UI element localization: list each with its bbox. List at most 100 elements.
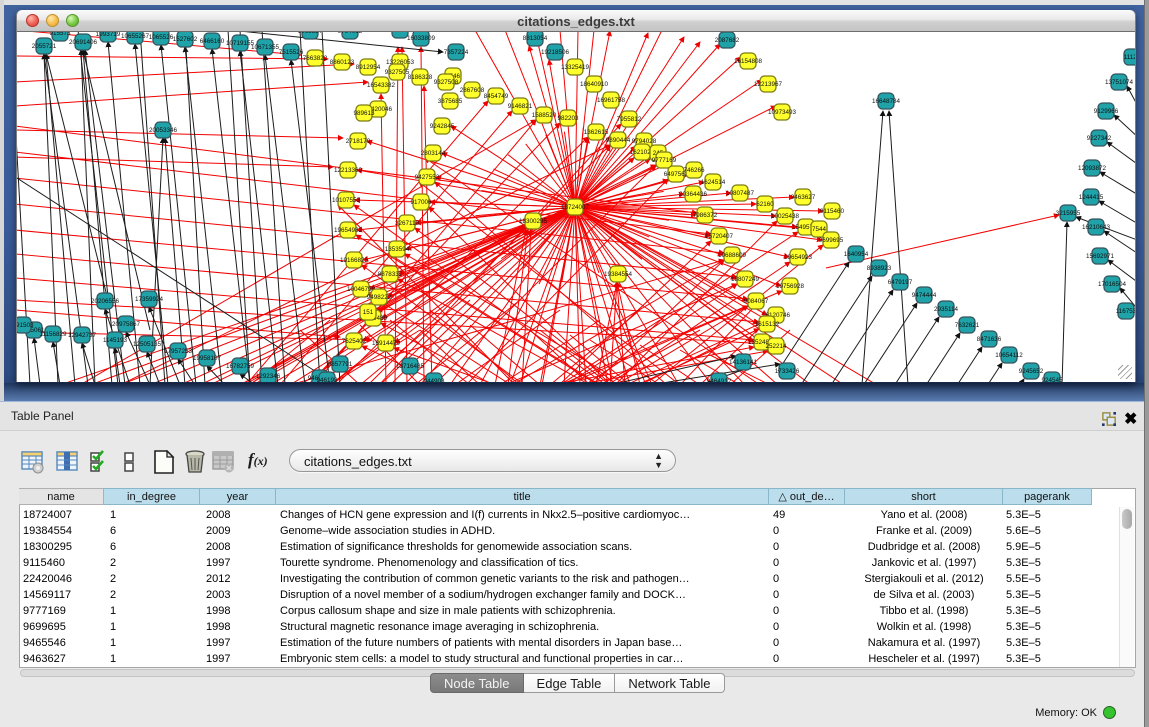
svg-text:116753: 116753 (1116, 308, 1135, 315)
svg-text:16961758: 16961758 (597, 97, 626, 104)
svg-text:12505135: 12505135 (133, 341, 162, 348)
svg-text:16543382: 16543382 (367, 82, 396, 89)
svg-text:9427552: 9427552 (415, 174, 440, 181)
svg-text:7544: 7544 (812, 226, 827, 233)
svg-text:9474444: 9474444 (912, 292, 937, 299)
svg-text:19654923: 19654923 (784, 254, 813, 261)
svg-text:16648784: 16648784 (872, 98, 901, 105)
svg-text:19958107: 19958107 (193, 355, 222, 362)
svg-text:917006: 917006 (410, 199, 432, 206)
svg-text:1362615: 1362615 (584, 129, 609, 136)
svg-text:9794012: 9794012 (338, 32, 363, 35)
svg-text:20206556: 20206556 (91, 298, 120, 305)
svg-text:7625402: 7625402 (342, 338, 367, 345)
svg-text:9115460: 9115460 (820, 208, 845, 215)
svg-text:14136141: 14136141 (729, 359, 758, 366)
svg-text:17359924: 17359924 (135, 296, 164, 303)
svg-text:8454749: 8454749 (484, 93, 509, 100)
svg-text:11123: 11123 (1124, 54, 1135, 61)
svg-text:8878332: 8878332 (378, 271, 403, 278)
svg-text:1065327: 1065327 (298, 32, 323, 35)
svg-text:2718179: 2718179 (346, 138, 371, 145)
svg-text:9227342: 9227342 (1087, 135, 1112, 142)
svg-text:12093872: 12093872 (1078, 165, 1107, 172)
svg-text:8813054: 8813054 (523, 35, 548, 42)
svg-text:10654112: 10654112 (995, 352, 1023, 359)
svg-text:9464912: 9464912 (707, 378, 732, 382)
svg-text:8912954: 8912954 (356, 64, 381, 71)
svg-text:20364436: 20364436 (679, 191, 708, 198)
svg-text:13751074: 13751074 (1105, 79, 1134, 86)
svg-text:19218506: 19218506 (541, 49, 570, 56)
svg-text:9242845: 9242845 (430, 123, 455, 130)
svg-text:8601519: 8601519 (388, 32, 413, 34)
svg-text:7663822: 7663822 (303, 55, 328, 62)
svg-text:9146821: 9146821 (508, 103, 533, 110)
svg-text:9463627: 9463627 (791, 194, 816, 201)
svg-text:15720407: 15720407 (705, 233, 734, 240)
svg-text:16210643: 16210643 (1082, 224, 1111, 231)
svg-text:19166825: 19166825 (340, 257, 369, 264)
svg-text:7357224: 7357224 (444, 49, 469, 56)
svg-text:252214: 252214 (765, 343, 787, 350)
svg-text:10655267: 10655267 (121, 33, 150, 40)
svg-text:8938923: 8938923 (867, 265, 892, 272)
svg-text:10671355: 10671355 (251, 44, 280, 51)
svg-text:16782759: 16782759 (226, 363, 255, 370)
svg-text:1640954: 1640954 (844, 251, 869, 258)
svg-text:7632621: 7632621 (955, 322, 980, 329)
svg-text:944903: 944903 (423, 378, 445, 382)
svg-text:7955812: 7955812 (617, 116, 642, 123)
svg-text:924545: 924545 (1041, 377, 1063, 382)
svg-text:13325419: 13325419 (561, 64, 590, 71)
svg-text:18300295: 18300295 (519, 218, 548, 225)
svg-text:1588520: 1588520 (532, 112, 557, 119)
svg-text:19654982: 19654982 (334, 227, 363, 234)
svg-text:1353594: 1353594 (385, 246, 410, 253)
svg-text:989613: 989613 (353, 110, 375, 117)
svg-text:10688609: 10688609 (718, 252, 747, 259)
svg-text:9327508: 9327508 (434, 79, 459, 86)
svg-text:1065526: 1065526 (149, 34, 174, 41)
svg-text:3267110: 3267110 (395, 220, 420, 227)
svg-text:20975867: 20975867 (112, 321, 141, 328)
svg-text:10807487: 10807487 (726, 190, 755, 197)
svg-text:10973493: 10973493 (768, 109, 797, 116)
svg-text:18724007: 18724007 (561, 204, 590, 211)
svg-text:9890444: 9890444 (606, 137, 631, 144)
svg-text:2935114: 2935114 (934, 306, 959, 313)
svg-text:1615132: 1615132 (755, 321, 780, 328)
svg-text:9498222: 9498222 (367, 294, 392, 301)
svg-text:17016504: 17016504 (1098, 281, 1127, 288)
svg-text:12213967: 12213967 (754, 81, 783, 88)
svg-text:11156829: 11156829 (39, 331, 67, 338)
svg-text:9245652: 9245652 (1019, 368, 1044, 375)
svg-text:3875685: 3875685 (438, 98, 463, 105)
svg-text:9699695: 9699695 (819, 237, 844, 244)
svg-text:1993719: 1993719 (96, 32, 121, 38)
svg-text:1733426: 1733426 (775, 368, 800, 375)
svg-text:2087682: 2087682 (715, 37, 740, 44)
svg-text:7986372: 7986372 (693, 212, 718, 219)
svg-text:9129966: 9129966 (1094, 108, 1119, 115)
svg-text:7515526: 7515526 (279, 49, 304, 56)
svg-text:16033809: 16033809 (407, 35, 436, 42)
svg-text:19384554: 19384554 (604, 271, 633, 278)
svg-text:2867608: 2867608 (460, 87, 485, 94)
svg-text:19756928: 19756928 (776, 283, 805, 290)
svg-text:2055721: 2055721 (32, 43, 57, 50)
svg-text:746266: 746266 (683, 167, 705, 174)
svg-text:6479197: 6479197 (888, 279, 913, 286)
svg-text:2803144: 2803144 (421, 150, 446, 157)
svg-text:12213369: 12213369 (334, 167, 363, 174)
svg-text:6466160: 6466160 (200, 38, 225, 45)
svg-text:20053346: 20053346 (149, 127, 178, 134)
svg-text:12942737: 12942737 (68, 332, 97, 339)
svg-text:1624514: 1624514 (701, 179, 726, 186)
svg-text:1145193: 1145193 (103, 337, 128, 344)
svg-text:16154808: 16154808 (734, 58, 763, 65)
svg-text:1244415: 1244415 (1079, 194, 1104, 201)
svg-text:17957253: 17957253 (164, 348, 193, 355)
svg-text:9857791: 9857791 (328, 361, 353, 368)
svg-text:16914479: 16914479 (372, 340, 401, 347)
